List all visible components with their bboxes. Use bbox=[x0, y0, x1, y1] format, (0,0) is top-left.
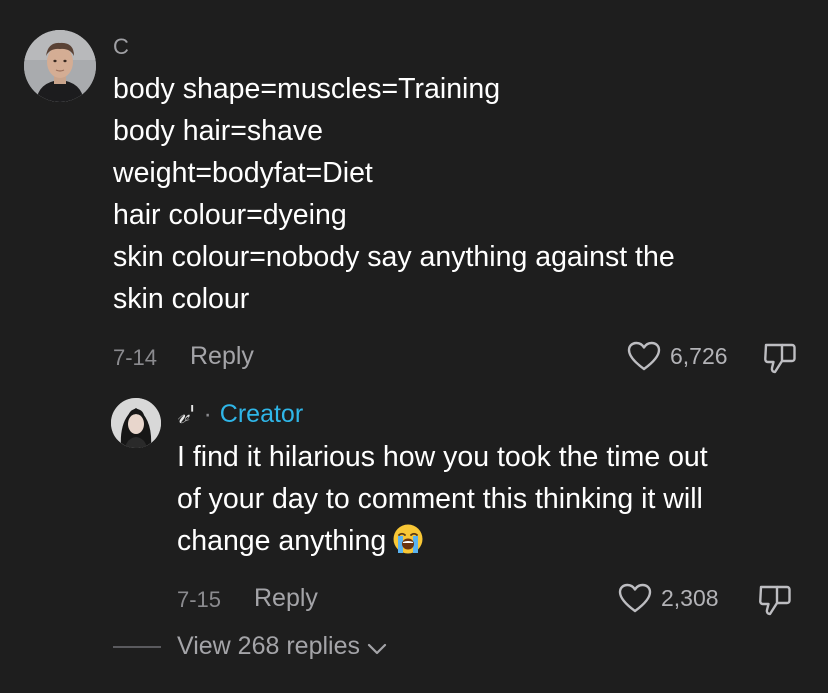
reply-line: I find it hilarious how you took the tim… bbox=[177, 441, 708, 473]
dislike-icon[interactable] bbox=[762, 341, 798, 375]
view-replies-button[interactable]: View 268 replies bbox=[113, 632, 388, 661]
like-button[interactable]: 2,308 bbox=[617, 582, 719, 614]
creator-badge: Creator bbox=[219, 400, 304, 428]
divider-line bbox=[113, 645, 161, 648]
comment-line: skin colour bbox=[113, 283, 250, 315]
comment-line: body shape=muscles=Training bbox=[113, 73, 501, 105]
comment-text: body shape=muscles=Training body hair=sh… bbox=[113, 68, 793, 320]
heart-icon-fragment bbox=[650, 0, 668, 4]
reply-line-last: change anything bbox=[177, 520, 807, 562]
avatar[interactable] bbox=[24, 30, 96, 102]
like-count: 2,308 bbox=[661, 584, 719, 611]
reply-button[interactable]: Reply bbox=[190, 342, 254, 371]
comment-date: 7-14 bbox=[113, 345, 158, 370]
dislike-icon[interactable] bbox=[757, 583, 793, 617]
user-photo-icon bbox=[24, 30, 96, 102]
comment-line: weight=bodyfat=Diet bbox=[113, 157, 373, 189]
reply-header: 𝓋' · Creator bbox=[177, 400, 303, 429]
comment-line: body hair=shave bbox=[113, 115, 323, 147]
comment-username[interactable]: C bbox=[113, 34, 129, 60]
comment-line: hair colour=dyeing bbox=[113, 199, 347, 231]
separator-dot: · bbox=[203, 400, 212, 428]
comment-line: skin colour=nobody say anything against … bbox=[113, 241, 675, 273]
reply-line: change anything bbox=[177, 525, 387, 557]
chevron-down-icon bbox=[367, 643, 387, 654]
creator-avatar[interactable] bbox=[111, 398, 161, 448]
reply-button[interactable]: Reply bbox=[254, 584, 318, 613]
like-count: 6,726 bbox=[670, 342, 728, 369]
like-button[interactable]: 6,726 bbox=[626, 340, 728, 372]
reply-line: of your day to comment this thinking it … bbox=[177, 483, 703, 515]
reply-date: 7-15 bbox=[177, 587, 222, 612]
reply-text: I find it hilarious how you took the tim… bbox=[177, 436, 807, 562]
comment-meta-row: 7-14 Reply 6,726 bbox=[0, 338, 828, 378]
reply-meta-row: 7-15 Reply 2,308 bbox=[0, 580, 828, 620]
heart-icon bbox=[618, 583, 652, 613]
creator-username[interactable]: 𝓋' bbox=[177, 401, 195, 429]
dislike-icon-fragment bbox=[772, 0, 790, 4]
heart-icon bbox=[627, 341, 661, 371]
creator-photo-icon bbox=[111, 398, 161, 448]
previous-comment-fragment bbox=[0, 0, 828, 6]
view-replies-label: View 268 replies bbox=[177, 632, 360, 660]
loudly-crying-face-icon bbox=[393, 524, 423, 554]
